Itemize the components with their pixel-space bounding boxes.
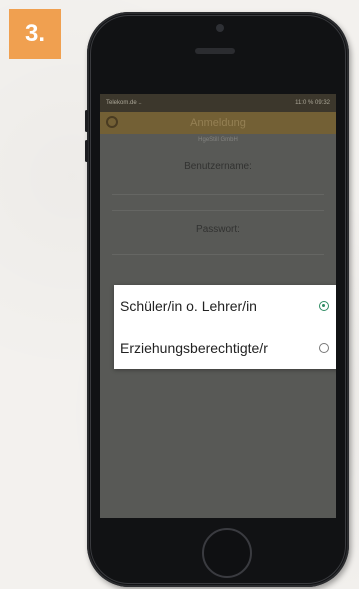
phone-screen: Telekom.de .. 11:0 % 09:32 Anmeldung Hge… [100,94,336,518]
home-button[interactable] [202,528,252,578]
role-option-guardian[interactable]: Erziehungsberechtigte/r [114,327,336,369]
camera-icon [216,24,224,32]
radio-unselected-icon[interactable] [319,343,329,353]
role-option-label: Schüler/in o. Lehrer/in [120,298,257,314]
step-badge: 3. [9,9,61,59]
role-option-label: Erziehungsberechtigte/r [120,340,268,356]
role-selection-dialog: Schüler/in o. Lehrer/in Erziehungsberech… [114,285,336,369]
speaker-grille [195,48,235,54]
volume-button [85,110,88,132]
volume-button [85,140,88,162]
role-option-student-teacher[interactable]: Schüler/in o. Lehrer/in [114,285,336,327]
radio-selected-icon[interactable] [319,301,329,311]
step-number: 3. [24,20,45,47]
